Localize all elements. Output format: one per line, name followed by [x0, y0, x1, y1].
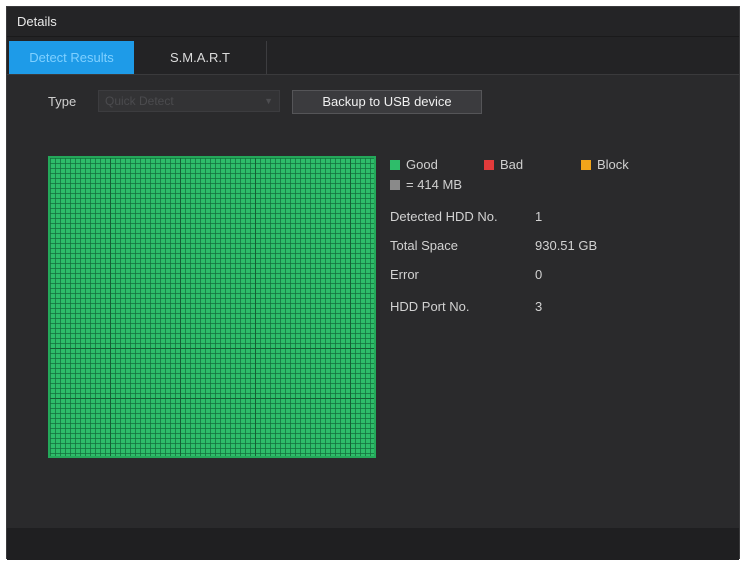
- legend-block: Block: [581, 157, 629, 172]
- type-select-value: Quick Detect: [105, 94, 174, 108]
- map-divider-vertical: [180, 158, 181, 456]
- good-swatch-icon: [390, 159, 400, 170]
- backup-to-usb-button[interactable]: Backup to USB device: [292, 90, 482, 114]
- unit-swatch-icon: [390, 179, 400, 190]
- footer-bar: [7, 528, 739, 560]
- map-divider-horizontal: [50, 348, 374, 349]
- window-title: Details: [17, 14, 57, 29]
- legend-unit-label: = 414 MB: [406, 177, 463, 192]
- legend-bad-label: Bad: [500, 157, 524, 172]
- detect-results-panel: Type Quick Detect ▼ Backup to USB device…: [7, 75, 739, 528]
- legend-bad: Bad: [484, 157, 523, 172]
- total-space-value: 930.51 GB: [535, 238, 598, 253]
- hdd-port-label: HDD Port No.: [390, 299, 470, 314]
- legend-unit: = 414 MB: [390, 177, 462, 192]
- hdd-port-value: 3: [535, 299, 543, 314]
- legend-block-label: Block: [597, 157, 629, 172]
- type-label: Type: [48, 94, 77, 109]
- map-divider-vertical: [110, 158, 111, 456]
- detected-hdd-label: Detected HDD No.: [390, 209, 498, 224]
- legend-good-label: Good: [406, 157, 438, 172]
- total-space-label: Total Space: [390, 238, 458, 253]
- disk-block-map: [48, 156, 376, 458]
- type-select[interactable]: Quick Detect ▼: [98, 90, 280, 112]
- legend-good: Good: [390, 157, 438, 172]
- details-window: Details Detect Results S.M.A.R.T Type Qu…: [6, 6, 740, 560]
- map-divider-vertical: [255, 158, 256, 456]
- block-swatch-icon: [581, 159, 591, 170]
- chevron-down-icon: ▼: [264, 96, 273, 106]
- title-bar: Details: [7, 7, 739, 37]
- tab-detect-results[interactable]: Detect Results: [9, 41, 134, 74]
- map-divider-vertical: [350, 158, 351, 456]
- tab-smart[interactable]: S.M.A.R.T: [134, 41, 267, 74]
- detected-hdd-value: 1: [535, 209, 543, 224]
- error-value: 0: [535, 267, 543, 282]
- bad-swatch-icon: [484, 159, 494, 170]
- error-label: Error: [390, 267, 419, 282]
- map-divider-horizontal: [50, 398, 374, 399]
- tab-bar: Detect Results S.M.A.R.T: [7, 37, 739, 75]
